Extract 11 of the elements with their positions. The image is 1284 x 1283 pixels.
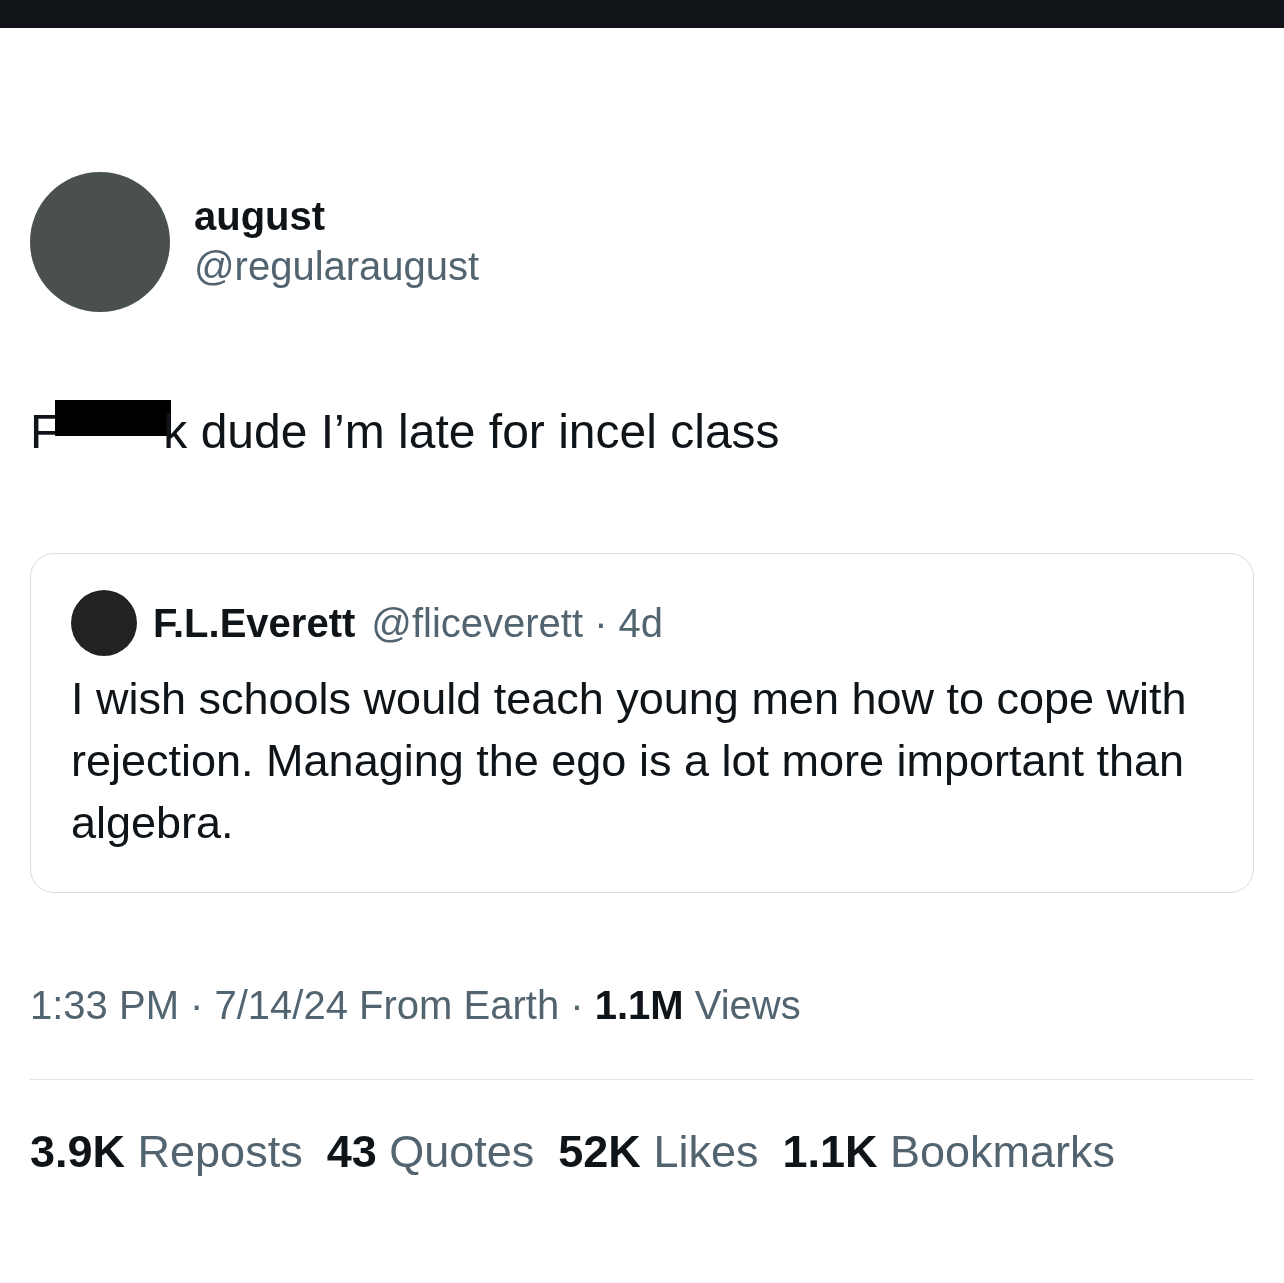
display-name[interactable]: august [194,192,480,240]
display-name: F.L.Everett [153,599,356,647]
engagement-count[interactable]: 3.9K Reposts [30,1117,303,1186]
username-and-age: @fliceverett · 4d [371,599,664,647]
engagement-count[interactable]: 52K Likes [558,1117,759,1186]
quoted-tweet-card[interactable]: F.L.Everett @fliceverett · 4d I wish schools would teach young men how to cope with rejection. Managing the ego is a lot more important than algebra. [30,552,1254,893]
tweet-metadata: 1:33 PM · 7/14/24 From Earth · 1.1M Views [30,981,802,1029]
engagement-count[interactable]: 1.1K Bookmarks [782,1117,1116,1186]
engagement-count[interactable]: 43 Quotes [326,1117,535,1186]
quoted-tweet-text: I wish schools would teach young men how to cope with rejection. Managing the ego is a lot more important than algebra. [71,671,1188,850]
username[interactable]: @regularaugust [194,240,480,292]
